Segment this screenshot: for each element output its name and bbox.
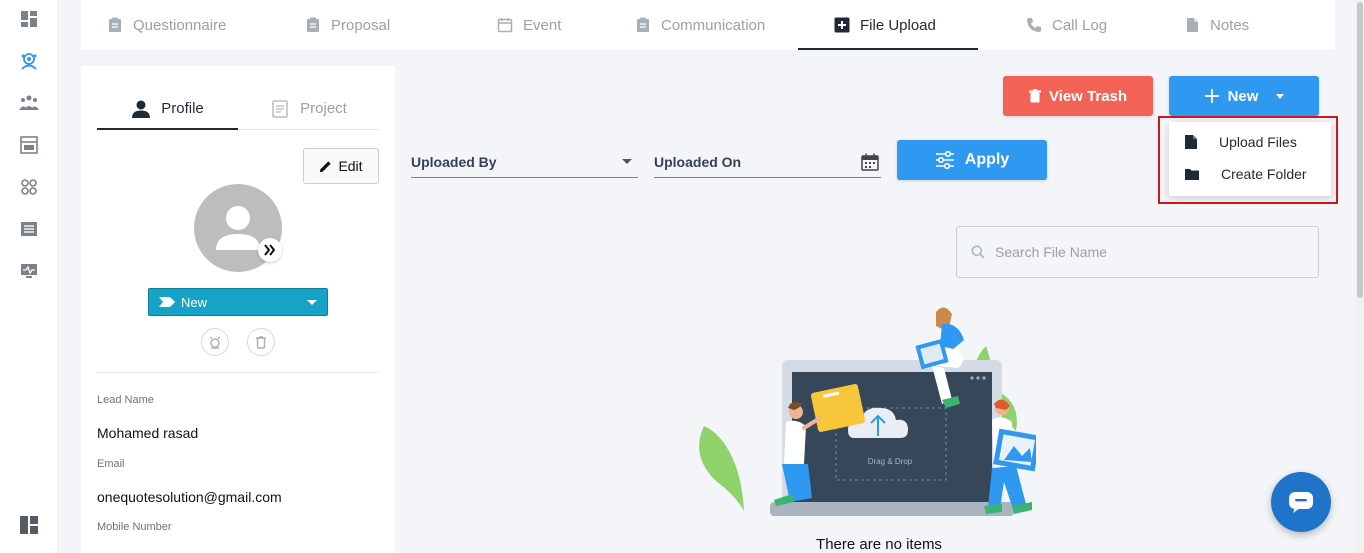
status-value: New bbox=[181, 294, 208, 310]
uploaded-on-label: Uploaded On bbox=[654, 153, 742, 170]
new-dropdown-menu: Upload Files Create Folder bbox=[1169, 122, 1331, 196]
delete-button[interactable] bbox=[247, 328, 275, 356]
apply-button[interactable]: Apply bbox=[897, 140, 1047, 180]
tab-call-log[interactable]: Call Log bbox=[978, 0, 1150, 50]
tab-label: Proposal bbox=[331, 16, 391, 34]
email-label: Email bbox=[97, 458, 125, 470]
left-rail bbox=[0, 0, 58, 553]
modules-icon[interactable] bbox=[19, 177, 39, 197]
panel-layout-icon[interactable] bbox=[19, 515, 39, 535]
email-value: onequotesolution@gmail.com bbox=[97, 489, 282, 505]
chevron-down-icon bbox=[1276, 93, 1285, 99]
phone-icon bbox=[1027, 18, 1041, 32]
tab-label: Profile bbox=[161, 100, 204, 117]
dashboard-icon[interactable] bbox=[19, 9, 39, 29]
double-chevron-right-icon bbox=[264, 244, 276, 256]
alarm-icon bbox=[209, 336, 221, 349]
view-trash-label: View Trash bbox=[1048, 87, 1128, 105]
profile-tabs: Profile Project bbox=[97, 88, 379, 130]
empty-state-illustration: Drag & Drop bbox=[699, 307, 1036, 516]
edit-label: Edit bbox=[338, 158, 363, 174]
upload-files-menu-item[interactable]: Upload Files bbox=[1169, 126, 1331, 158]
uploaded-on-date-field[interactable]: Uploaded On bbox=[654, 146, 881, 178]
status-select[interactable]: New bbox=[148, 288, 328, 316]
file-icon bbox=[1187, 18, 1198, 32]
edit-button[interactable]: Edit bbox=[303, 148, 379, 184]
clipboard-icon bbox=[109, 17, 121, 32]
sliders-icon bbox=[935, 151, 954, 169]
create-folder-menu-item[interactable]: Create Folder bbox=[1169, 158, 1331, 190]
search-icon bbox=[971, 245, 985, 259]
chat-icon bbox=[1289, 492, 1313, 513]
view-trash-button[interactable]: View Trash bbox=[1003, 76, 1153, 116]
profile-card: Profile Project Edit New Lead Name Moham… bbox=[81, 66, 395, 553]
search-box bbox=[956, 226, 1319, 278]
tab-profile[interactable]: Profile bbox=[97, 88, 238, 130]
tab-notes[interactable]: Notes bbox=[1150, 0, 1290, 50]
tab-label: Questionnaire bbox=[133, 16, 227, 34]
calendar-icon bbox=[497, 18, 513, 33]
tab-event[interactable]: Event bbox=[459, 0, 609, 50]
empty-state-message: There are no items bbox=[816, 536, 942, 553]
top-tab-bar: Questionnaire Proposal Event Communicati… bbox=[81, 0, 1335, 50]
person-icon bbox=[132, 100, 151, 118]
new-label: New bbox=[1227, 87, 1259, 105]
clipboard-icon bbox=[307, 17, 319, 32]
tab-label: File Upload bbox=[860, 16, 936, 34]
plus-square-icon bbox=[834, 17, 850, 33]
file-icon bbox=[1185, 135, 1197, 149]
new-dropdown-button[interactable]: New bbox=[1169, 76, 1319, 116]
list-icon[interactable] bbox=[19, 219, 39, 239]
uploaded-by-label: Uploaded By bbox=[411, 153, 497, 170]
monitor-icon[interactable] bbox=[19, 261, 39, 281]
lead-name-label: Lead Name bbox=[97, 394, 154, 406]
main-area: Questionnaire Proposal Event Communicati… bbox=[66, 0, 1356, 553]
menu-item-label: Create Folder bbox=[1221, 166, 1307, 182]
clipboard-icon bbox=[637, 17, 649, 32]
scrollbar-thumb[interactable] bbox=[1357, 2, 1363, 298]
alarm-button[interactable] bbox=[201, 328, 229, 356]
tab-label: Event bbox=[523, 16, 562, 34]
tab-proposal[interactable]: Proposal bbox=[269, 0, 459, 50]
layout-icon[interactable] bbox=[19, 135, 39, 155]
leads-icon[interactable] bbox=[19, 51, 39, 71]
tab-label: Notes bbox=[1210, 16, 1250, 34]
trash-icon bbox=[1028, 89, 1041, 103]
avatar-expand-button[interactable] bbox=[258, 238, 282, 262]
page-scrollbar[interactable] bbox=[1356, 0, 1364, 553]
apply-label: Apply bbox=[964, 151, 1010, 168]
plus-icon bbox=[1204, 89, 1219, 103]
menu-item-label: Upload Files bbox=[1219, 134, 1297, 150]
team-icon[interactable] bbox=[19, 93, 39, 113]
calendar-icon[interactable] bbox=[861, 153, 879, 171]
drag-drop-caption: Drag & Drop bbox=[868, 457, 913, 466]
pencil-icon bbox=[320, 160, 332, 172]
tab-file-upload[interactable]: File Upload bbox=[798, 0, 978, 50]
uploaded-by-select[interactable]: Uploaded By bbox=[411, 146, 638, 178]
project-icon bbox=[272, 99, 288, 118]
lead-name-value: Mohamed rasad bbox=[97, 425, 199, 441]
profile-divider bbox=[97, 372, 379, 373]
tag-icon bbox=[159, 297, 175, 307]
trash-icon bbox=[256, 336, 266, 349]
folder-icon bbox=[1185, 169, 1199, 180]
tab-label: Call Log bbox=[1052, 16, 1108, 34]
tab-label: Communication bbox=[661, 16, 766, 34]
tab-label: Project bbox=[300, 100, 347, 117]
chevron-down-icon bbox=[622, 159, 632, 164]
tab-communication[interactable]: Communication bbox=[609, 0, 798, 50]
tab-project[interactable]: Project bbox=[238, 88, 379, 129]
mobile-number-label: Mobile Number bbox=[97, 521, 172, 533]
chevron-down-icon bbox=[307, 299, 317, 305]
chat-button[interactable] bbox=[1271, 472, 1331, 532]
search-file-name-input[interactable] bbox=[995, 244, 1295, 260]
tab-questionnaire[interactable]: Questionnaire bbox=[81, 0, 269, 50]
